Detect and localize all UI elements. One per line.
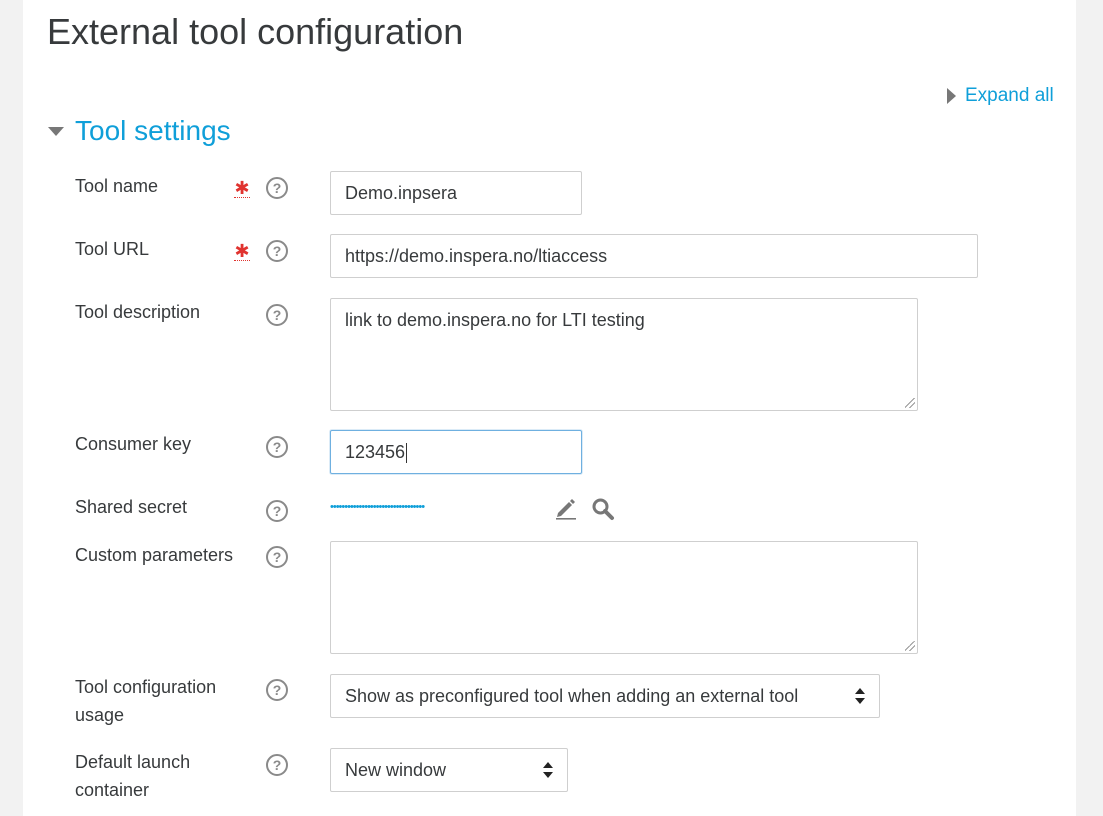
expand-all-link[interactable]: Expand all bbox=[947, 84, 1054, 108]
pencil-icon[interactable] bbox=[554, 496, 578, 525]
default-launch-container-selected: New window bbox=[345, 760, 447, 780]
tool-description-textarea[interactable]: link to demo.inspera.no for LTI testing bbox=[330, 298, 918, 411]
collapse-triangle-icon bbox=[48, 126, 64, 136]
tool-name-label: Tool name bbox=[75, 176, 159, 196]
help-question-icon[interactable]: ? bbox=[266, 546, 288, 568]
select-arrows-icon bbox=[855, 688, 865, 704]
help-question-icon[interactable]: ? bbox=[266, 436, 288, 458]
expand-all-label: Expand all bbox=[965, 85, 1054, 106]
help-question-icon[interactable]: ? bbox=[266, 754, 288, 776]
page-title: External tool configuration bbox=[47, 11, 464, 52]
tool-url-input[interactable]: https://demo.inspera.no/ltiaccess bbox=[330, 234, 978, 278]
tool-url-label: Tool URL bbox=[75, 239, 150, 259]
custom-parameters-textarea[interactable] bbox=[330, 541, 918, 654]
help-question-icon[interactable]: ? bbox=[266, 500, 288, 522]
consumer-key-label: Consumer key bbox=[75, 434, 192, 454]
tool-description-label: Tool description bbox=[75, 302, 201, 322]
help-question-icon[interactable]: ? bbox=[266, 177, 288, 199]
default-launch-container-select[interactable]: New window bbox=[330, 748, 568, 792]
consumer-key-value: 123456 bbox=[345, 442, 406, 462]
help-question-icon[interactable]: ? bbox=[266, 679, 288, 701]
resize-grip-icon[interactable] bbox=[905, 641, 915, 651]
required-asterisk-icon: ✱ bbox=[234, 241, 250, 261]
shared-secret-masked-value[interactable]: ••••••••••••••••••••••••••••••••• bbox=[330, 496, 425, 518]
magnifier-icon[interactable] bbox=[591, 497, 615, 526]
expand-triangle-icon bbox=[947, 88, 956, 104]
resize-grip-icon[interactable] bbox=[905, 398, 915, 408]
select-arrows-icon bbox=[543, 762, 553, 778]
tool-settings-section-toggle[interactable]: Tool settings bbox=[48, 113, 231, 149]
shared-secret-label: Shared secret bbox=[75, 497, 188, 517]
tool-configuration-usage-label: Tool configuration usage bbox=[75, 677, 217, 725]
tool-configuration-usage-selected: Show as preconfigured tool when adding a… bbox=[345, 686, 799, 706]
section-legend: Tool settings bbox=[75, 115, 231, 146]
default-launch-container-label: Default launch container bbox=[75, 752, 191, 800]
tool-name-input[interactable]: Demo.inpsera bbox=[330, 171, 582, 215]
custom-parameters-label: Custom parameters bbox=[75, 545, 234, 565]
tool-configuration-usage-select[interactable]: Show as preconfigured tool when adding a… bbox=[330, 674, 880, 718]
text-caret bbox=[406, 443, 408, 464]
help-question-icon[interactable]: ? bbox=[266, 304, 288, 326]
required-asterisk-icon: ✱ bbox=[234, 178, 250, 198]
help-question-icon[interactable]: ? bbox=[266, 240, 288, 262]
tool-description-text: link to demo.inspera.no for LTI testing bbox=[345, 310, 645, 330]
consumer-key-input[interactable]: 123456 bbox=[330, 430, 582, 474]
